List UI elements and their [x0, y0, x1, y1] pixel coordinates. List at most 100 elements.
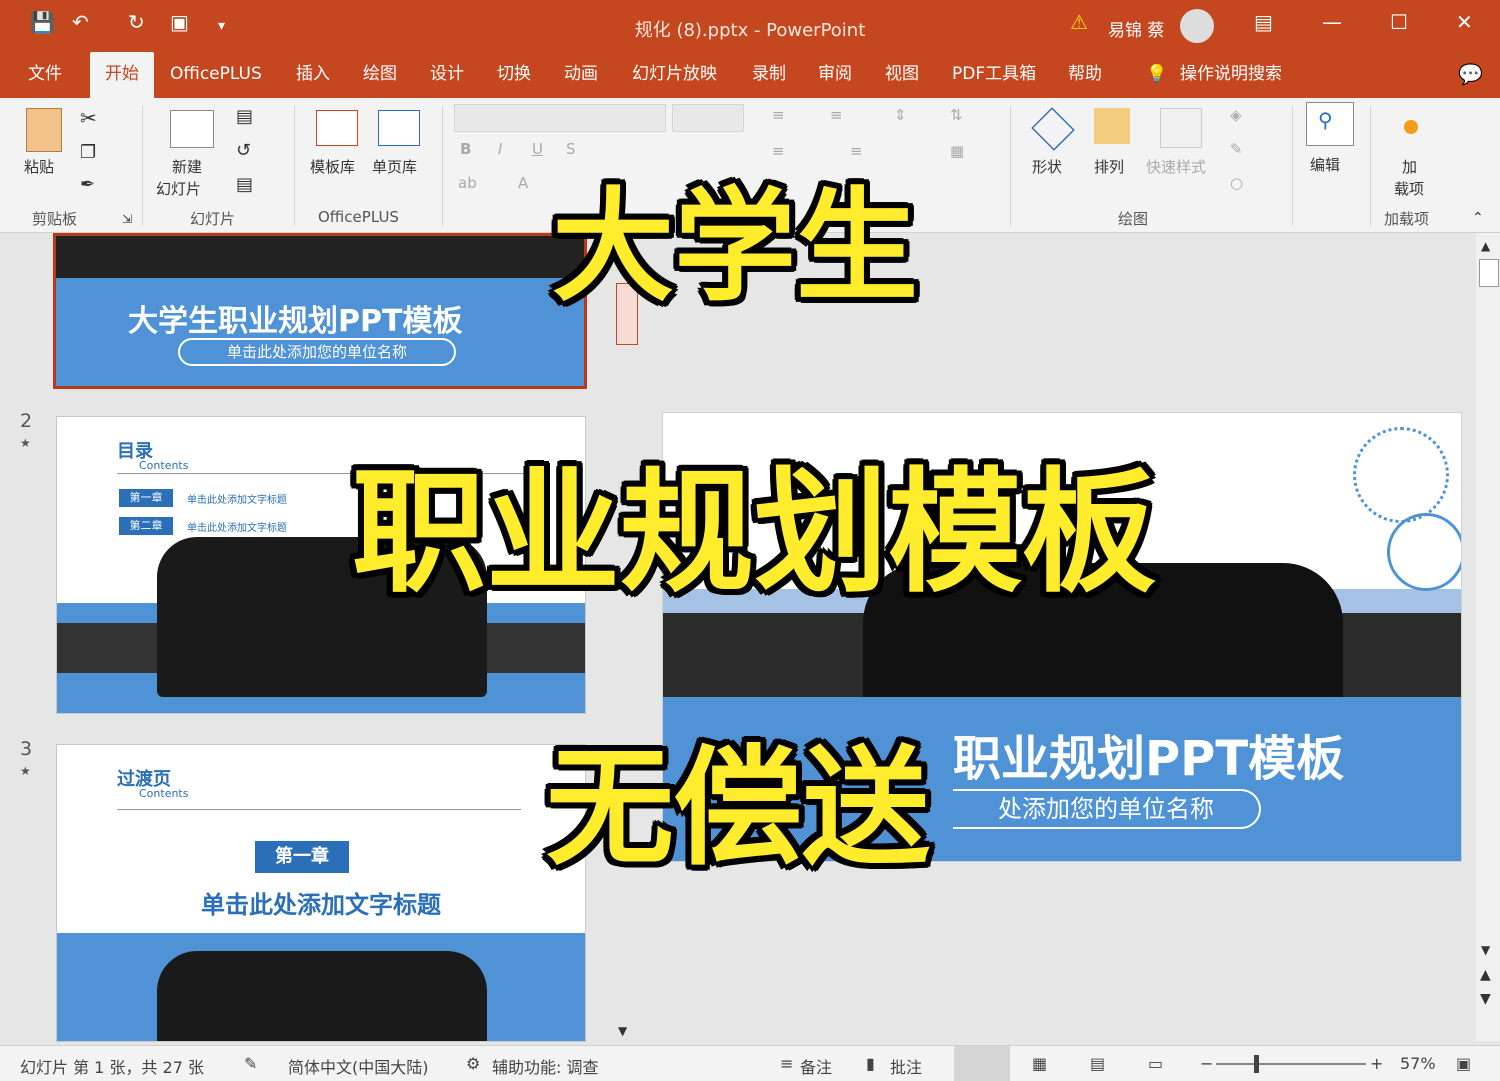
layout-icon[interactable]: ▤	[236, 106, 253, 127]
paste-button[interactable]: 粘贴	[24, 156, 54, 177]
accessibility-status[interactable]: 辅助功能: 调查	[492, 1054, 598, 1078]
tab-officeplus[interactable]: OfficePLUS	[164, 52, 268, 98]
tab-file[interactable]: 文件	[22, 52, 68, 98]
tab-draw[interactable]: 绘图	[357, 52, 403, 98]
shapes-icon[interactable]	[1031, 107, 1075, 151]
line-spacing-icon[interactable]: ⇕	[894, 106, 907, 124]
section-icon[interactable]: ▤	[236, 174, 253, 195]
scroll-down-icon[interactable]: ▼	[1481, 943, 1490, 957]
tab-review[interactable]: 审阅	[812, 52, 858, 98]
copy-icon[interactable]: ❐	[80, 142, 96, 163]
quick-styles-icon[interactable]	[1160, 108, 1202, 148]
overlay-line-1: 大学生	[552, 176, 918, 318]
editing-button[interactable]: 编辑	[1310, 154, 1340, 175]
thumbpane-scroll-down-icon[interactable]: ▼	[618, 1024, 627, 1038]
language-indicator[interactable]: 简体中文(中国大陆)	[288, 1054, 429, 1078]
char-spacing-icon[interactable]: ab	[458, 174, 477, 192]
tell-me-search[interactable]: 操作说明搜索	[1174, 52, 1288, 98]
minimize-icon[interactable]: —	[1322, 10, 1342, 34]
tab-transitions[interactable]: 切换	[491, 52, 537, 98]
tab-record[interactable]: 录制	[746, 52, 792, 98]
dialog-launcher-icon[interactable]: ⇲	[122, 212, 132, 226]
comments-status-icon[interactable]: ▮	[866, 1054, 875, 1073]
format-painter-icon[interactable]: ✒	[80, 174, 95, 195]
addins-button[interactable]: 加	[1402, 156, 1417, 177]
reading-view-icon[interactable]: ▤	[1090, 1054, 1105, 1073]
addins-label[interactable]: 载项	[1394, 178, 1424, 199]
tab-insert[interactable]: 插入	[290, 52, 336, 98]
slide-title[interactable]: 职业规划PPT模板	[953, 719, 1344, 789]
normal-view-icon[interactable]	[954, 1046, 1010, 1081]
avatar[interactable]	[1180, 9, 1214, 43]
text-direction-icon[interactable]: ⇅	[950, 106, 963, 124]
shape-effects-icon[interactable]: ○	[1230, 174, 1243, 192]
single-page-library-button[interactable]: 单页库	[372, 156, 417, 177]
new-slide-icon[interactable]	[170, 110, 214, 148]
zoom-in-icon[interactable]: +	[1370, 1054, 1383, 1073]
slide-subtitle[interactable]: 处添加您的单位名称	[953, 789, 1261, 829]
ferris-wheel-decoration	[1387, 513, 1461, 591]
arrange-button[interactable]: 排列	[1094, 156, 1124, 177]
slide-thumbnail-3[interactable]: 过渡页 Contents 第一章 单击此处添加文字标题	[56, 744, 586, 1042]
slideshow-view-icon[interactable]: ▭	[1148, 1054, 1163, 1073]
tab-home[interactable]: 开始	[90, 52, 154, 98]
shape-outline-icon[interactable]: ✎	[1230, 140, 1243, 158]
next-slide-icon[interactable]: ▼	[1480, 991, 1491, 1007]
slide-sorter-icon[interactable]: ▦	[1032, 1054, 1047, 1073]
scroll-thumb[interactable]	[1479, 259, 1499, 287]
previous-slide-icon[interactable]: ▲	[1480, 967, 1491, 983]
chapter-badge: 第一章	[255, 841, 349, 873]
tab-animations[interactable]: 动画	[558, 52, 604, 98]
cut-icon[interactable]: ✂	[80, 106, 97, 130]
accessibility-icon[interactable]: ⚙	[466, 1054, 480, 1073]
warning-icon[interactable]: ⚠	[1070, 10, 1088, 34]
addins-icon[interactable]	[1404, 120, 1418, 134]
single-page-library-icon[interactable]	[378, 110, 420, 146]
chapter-item: 单击此处添加文字标题	[187, 495, 287, 506]
close-icon[interactable]: ✕	[1456, 10, 1473, 34]
notes-icon[interactable]: ≡	[780, 1054, 793, 1073]
template-library-icon[interactable]	[316, 110, 358, 146]
tab-pdf-toolbox[interactable]: PDF工具箱	[946, 52, 1042, 98]
italic-icon[interactable]: I	[498, 140, 502, 158]
numbering-icon[interactable]: ≡	[830, 106, 843, 124]
scroll-up-icon[interactable]: ▲	[1481, 239, 1490, 253]
font-color-icon[interactable]: A	[518, 174, 528, 192]
shapes-button[interactable]: 形状	[1032, 156, 1062, 177]
align-text-icon[interactable]: ▦	[950, 142, 964, 160]
arrange-icon[interactable]	[1094, 108, 1130, 144]
new-slide-button[interactable]: 新建	[172, 156, 202, 177]
paste-icon[interactable]	[26, 108, 62, 152]
maximize-icon[interactable]: ☐	[1390, 10, 1408, 34]
spelling-icon[interactable]: ✎	[244, 1054, 257, 1073]
new-slide-label[interactable]: 幻灯片	[156, 178, 201, 199]
zoom-slider-thumb[interactable]	[1254, 1055, 1259, 1073]
quick-styles-button[interactable]: 快速样式	[1146, 156, 1206, 177]
zoom-level[interactable]: 57%	[1400, 1054, 1436, 1073]
tab-design[interactable]: 设计	[424, 52, 470, 98]
slide-thumbnail-1[interactable]: 大学生职业规划PPT模板 单击此处添加您的单位名称	[53, 233, 587, 389]
font-family-select[interactable]	[454, 104, 666, 132]
template-library-button[interactable]: 模板库	[310, 156, 355, 177]
comments-icon[interactable]: 💬	[1452, 52, 1489, 98]
zoom-out-icon[interactable]: −	[1200, 1054, 1213, 1073]
shape-fill-icon[interactable]: ◈	[1230, 106, 1242, 124]
reset-icon[interactable]: ↺	[236, 140, 251, 161]
notes-button[interactable]: 备注	[800, 1054, 832, 1078]
status-bar: 幻灯片 第 1 张，共 27 张 ✎ 简体中文(中国大陆) ⚙ 辅助功能: 调查…	[0, 1045, 1500, 1081]
collapse-ribbon-icon[interactable]: ⌃	[1472, 210, 1484, 226]
tab-view[interactable]: 视图	[879, 52, 925, 98]
user-name[interactable]: 易锦 蔡	[1108, 16, 1164, 41]
chapter-badge: 第一章	[119, 489, 173, 507]
editor-scrollbar[interactable]: ▲ ▼ ▲ ▼	[1476, 233, 1500, 1041]
underline-icon[interactable]: U	[532, 140, 543, 158]
zoom-slider[interactable]	[1216, 1063, 1366, 1065]
comments-button[interactable]: 批注	[890, 1054, 922, 1078]
ribbon-display-icon[interactable]: ▤	[1254, 10, 1273, 34]
tab-help[interactable]: 帮助	[1062, 52, 1108, 98]
fit-to-window-icon[interactable]: ▣	[1456, 1054, 1471, 1073]
bold-icon[interactable]: B	[460, 140, 471, 158]
tab-slideshow[interactable]: 幻灯片放映	[626, 52, 723, 98]
bullets-icon[interactable]: ≡	[772, 106, 785, 124]
font-size-select[interactable]	[672, 104, 744, 132]
